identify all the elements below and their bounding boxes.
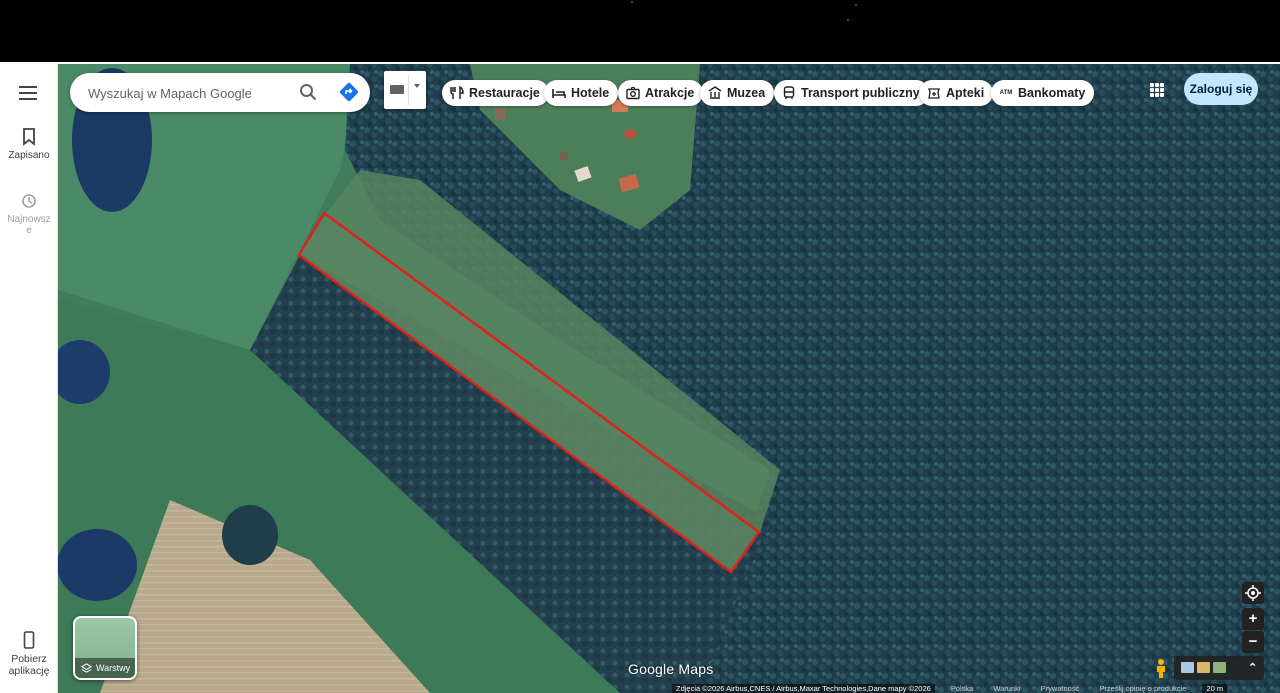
top-black-band [0,0,1280,62]
directions-icon[interactable] [339,82,359,102]
bed-icon [552,89,566,98]
zoom-out-button[interactable]: − [1242,631,1264,653]
layers-icon [81,662,92,673]
chip-restaurants[interactable]: Restauracje [442,80,549,106]
layers-label-bar: Warstwy [75,658,135,678]
scale-label: 20 m [1202,684,1228,693]
zoom-in-button[interactable]: + [1242,608,1264,630]
zoom-in-label: + [1248,610,1258,627]
zoom-out-label: − [1248,633,1258,650]
keyboard-icon [390,85,404,94]
chip-pharmacies[interactable]: Apteki [919,80,994,106]
chip-atms[interactable]: ATM Bankomaty [991,80,1095,106]
apps-grid-icon[interactable] [1150,83,1164,97]
link-feedback[interactable]: Prześlij opinię o produkcie [1095,684,1190,693]
rail-item-download-app[interactable]: Pobierz aplikację [0,631,58,677]
chip-label: Atrakcje [645,86,695,100]
museum-icon [708,86,722,99]
fork-knife-icon [450,86,464,99]
search-box[interactable] [70,73,370,112]
layers-button[interactable]: Warstwy [73,616,137,680]
chip-hotels[interactable]: Hotele [544,80,619,106]
noise-dot [847,19,849,21]
search-input[interactable] [88,83,288,103]
chip-attractions[interactable]: Atrakcje [618,80,704,106]
noise-dot [855,4,857,6]
my-location-icon [1245,585,1261,601]
atm-icon: ATM [999,90,1013,96]
pegman-icon[interactable] [1153,658,1169,678]
chip-label: Muzea [727,86,766,100]
left-rail: Zapisano Najnowsz e Pobierz aplikację [0,64,58,693]
rail-item-label: Zapisano [8,150,50,161]
chip-label: Bankomaty [1018,86,1086,100]
rail-item-label: Najnowsz e [7,214,51,236]
chevron-up-icon[interactable]: ⌃ [1248,661,1257,674]
divider [408,75,409,105]
chip-label: Restauracje [469,86,540,100]
sign-in-label: Zaloguj się [1189,82,1253,96]
sign-in-button[interactable]: Zaloguj się [1184,73,1258,105]
chevron-down-icon[interactable] [414,84,420,88]
chip-museums[interactable]: Muzea [700,80,775,106]
imagery-strip[interactable]: ⌃ [1174,656,1264,680]
noise-dot [631,1,633,3]
chip-label: Transport publiczny [801,86,920,100]
layers-label: Warstwy [96,663,131,673]
chip-public-transport[interactable]: Transport publiczny [774,80,929,106]
search-icon[interactable] [299,83,317,101]
hamburger-icon[interactable] [19,86,37,100]
satellite-imagery [58,64,1280,693]
phone-icon [23,631,35,649]
camera-icon [626,86,640,100]
link-privacy[interactable]: Prywatność [1037,684,1084,693]
pharmacy-icon [928,88,940,99]
my-location-button[interactable] [1242,582,1264,604]
bus-icon [783,86,795,99]
link-country[interactable]: Polska [947,684,978,693]
imagery-thumb[interactable] [1181,662,1194,673]
chip-label: Apteki [946,86,985,100]
link-terms[interactable]: Warunki [989,684,1024,693]
bookmark-icon [23,128,35,146]
history-icon [22,194,36,208]
chip-label: Hotele [571,86,610,100]
map-canvas[interactable] [58,64,1280,693]
imagery-thumb[interactable] [1213,662,1226,673]
rail-item-recent[interactable]: Najnowsz e [0,192,58,236]
imagery-thumb[interactable] [1197,662,1210,673]
input-tools-button[interactable] [384,71,426,109]
attribution-text: Zdjęcia ©2026 Airbus,CNES / Airbus,Maxar… [672,684,935,693]
rail-item-saved[interactable]: Zapisano [0,128,58,161]
google-maps-logo: Google Maps [628,661,714,677]
attribution-bar: Zdjęcia ©2026 Airbus,CNES / Airbus,Maxar… [672,684,1228,693]
rail-item-label: Pobierz aplikację [8,653,50,677]
